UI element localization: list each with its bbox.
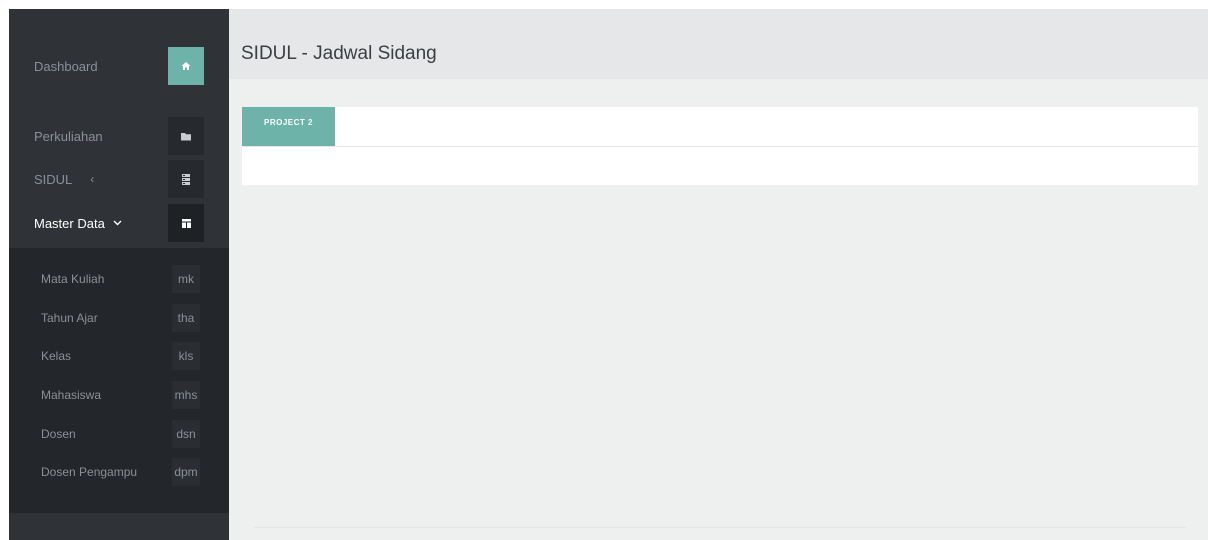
sidebar-item-sidul[interactable]: SIDUL ‹ [9, 160, 229, 198]
footer-divider [254, 527, 1186, 528]
submenu-item-label: Dosen [41, 427, 76, 441]
layout-icon[interactable] [168, 204, 204, 242]
sidebar-item-label-wrap: SIDUL ‹ [34, 172, 94, 187]
home-icon[interactable] [168, 47, 204, 85]
header-bar: SIDUL - Jadwal Sidang [229, 9, 1208, 79]
tab-label: PROJECT 2 [264, 118, 313, 127]
submenu-item-abbr: kls [172, 342, 200, 370]
chevron-down-icon [113, 218, 122, 229]
submenu-item-label: Tahun Ajar [41, 311, 98, 325]
submenu-item-abbr: mhs [172, 381, 200, 409]
submenu-item-mata-kuliah[interactable]: Mata Kuliah mk [9, 265, 229, 293]
tab-project-2[interactable]: PROJECT 2 [242, 107, 335, 146]
sidebar-item-label: Dashboard [34, 58, 98, 74]
chevron-left-icon: ‹ [90, 172, 95, 186]
submenu-item-label: Dosen Pengampu [41, 465, 138, 479]
submenu-item-label: Kelas [41, 349, 72, 363]
server-icon[interactable] [168, 160, 204, 198]
sidebar-item-dashboard[interactable]: Dashboard [9, 47, 229, 85]
sidebar-item-label: Perkuliahan [34, 128, 103, 144]
main-content: SIDUL - Jadwal Sidang PROJECT 2 [229, 9, 1208, 540]
sidebar-item-perkuliahan[interactable]: Perkuliahan [9, 117, 229, 155]
sidebar-item-label: SIDUL [34, 171, 73, 187]
page-title: SIDUL - Jadwal Sidang [241, 43, 437, 64]
sidebar-item-label-wrap: Master Data [34, 216, 122, 231]
submenu-item-abbr: dpm [172, 458, 200, 486]
submenu-item-abbr: tha [172, 304, 200, 332]
submenu-item-abbr: dsn [172, 420, 200, 448]
folder-icon[interactable] [168, 117, 204, 155]
submenu-item-dosen-pengampu[interactable]: Dosen Pengampu dpm [9, 458, 229, 486]
sidebar-item-master-data[interactable]: Master Data [9, 204, 229, 242]
master-data-submenu: Mata Kuliah mk Tahun Ajar tha Kelas kls … [9, 248, 229, 513]
submenu-item-kelas[interactable]: Kelas kls [9, 342, 229, 370]
submenu-item-abbr: mk [172, 265, 200, 293]
submenu-item-label: Mata Kuliah [41, 272, 105, 286]
submenu-item-dosen[interactable]: Dosen dsn [9, 420, 229, 448]
sidebar-item-label: Master Data [34, 215, 105, 231]
submenu-item-label: Mahasiswa [41, 388, 102, 402]
sidebar: Dashboard Perkuliahan SIDUL ‹ Master Dat… [9, 9, 229, 540]
submenu-item-mahasiswa[interactable]: Mahasiswa mhs [9, 381, 229, 409]
divider [242, 146, 1198, 147]
submenu-item-tahun-ajar[interactable]: Tahun Ajar tha [9, 304, 229, 332]
tab-panel: PROJECT 2 [242, 107, 1198, 185]
